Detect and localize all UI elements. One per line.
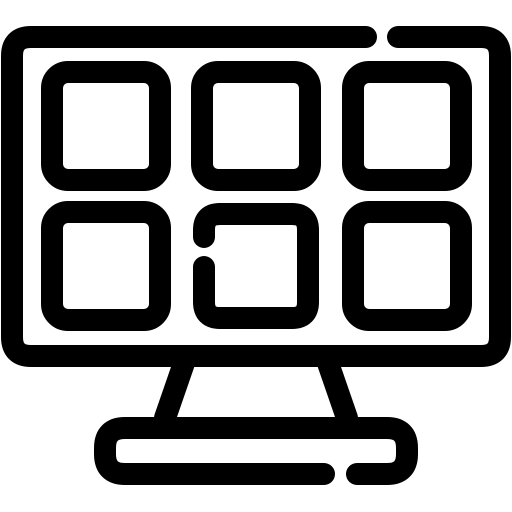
monitor-grid-icon	[0, 0, 512, 512]
grid-tile	[191, 61, 321, 191]
monitor-stand-neck	[317, 352, 358, 429]
monitor-base	[94, 417, 418, 485]
grid-tile	[41, 201, 171, 331]
grid-tile	[41, 61, 171, 191]
monitor-grid-svg	[1, 26, 511, 485]
monitor-stand-neck	[154, 352, 195, 429]
grid-tile	[193, 203, 319, 329]
grid-tile	[342, 61, 472, 191]
grid-tile	[342, 201, 472, 331]
